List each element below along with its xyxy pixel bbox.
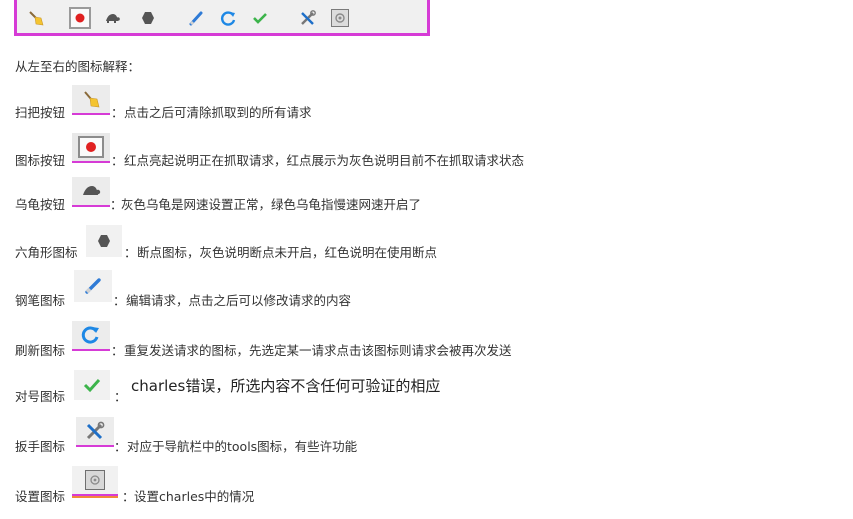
intro-text: 从左至右的图标解释： bbox=[15, 59, 141, 74]
hexagon-icon bbox=[86, 225, 122, 257]
settings-icon bbox=[72, 466, 118, 496]
check-icon bbox=[74, 370, 110, 400]
row-desc-record: 红点亮起说明正在抓取请求，红点展示为灰色说明目前不在抓取请求状态 bbox=[124, 153, 525, 168]
row-desc-refresh: 重复发送请求的图标，先选定某一请求点击该图标则请求会被再次发送 bbox=[124, 343, 512, 358]
row-desc-hexagon: 断点图标，灰色说明断点未开启，红色说明在使用断点 bbox=[137, 245, 438, 260]
settings-icon[interactable] bbox=[331, 9, 349, 27]
record-icon bbox=[72, 133, 110, 163]
refresh-icon bbox=[72, 321, 110, 351]
row-label-broom: 扫把按钮 bbox=[15, 105, 66, 120]
row-desc-turtle: 灰色乌龟是网速设置正常，绿色乌龟指慢速网速开启了 bbox=[121, 197, 422, 212]
pen-icon[interactable] bbox=[187, 9, 205, 27]
hexagon-icon[interactable] bbox=[139, 9, 157, 27]
row-desc-check: charles错误，所选内容不含任何可验证的相应 bbox=[131, 377, 441, 395]
row-desc-pen: 编辑请求，点击之后可以修改请求的内容 bbox=[126, 293, 352, 308]
turtle-icon[interactable] bbox=[103, 9, 121, 27]
row-label-record: 图标按钮 bbox=[15, 153, 66, 168]
check-icon[interactable] bbox=[251, 9, 269, 27]
tools-icon bbox=[76, 417, 114, 447]
row-label-check: 对号图标 bbox=[15, 389, 66, 404]
tools-icon[interactable] bbox=[299, 9, 317, 27]
row-label-tools: 扳手图标 bbox=[15, 439, 66, 454]
broom-icon[interactable] bbox=[27, 9, 45, 27]
row-label-refresh: 刷新图标 bbox=[15, 343, 66, 358]
row-desc-broom: 点击之后可清除抓取到的所有请求 bbox=[124, 105, 312, 120]
broom-icon bbox=[72, 85, 110, 115]
row-desc-tools: 对应于导航栏中的tools图标，有些许功能 bbox=[127, 439, 358, 454]
pen-icon bbox=[74, 270, 112, 302]
refresh-icon[interactable] bbox=[219, 9, 237, 27]
row-label-turtle: 乌龟按钮 bbox=[15, 197, 66, 212]
row-label-settings: 设置图标 bbox=[15, 489, 66, 504]
row-desc-settings: 设置charles中的情况 bbox=[134, 489, 255, 504]
record-icon[interactable] bbox=[69, 7, 91, 29]
row-label-pen: 钢笔图标 bbox=[15, 293, 66, 308]
charles-toolbar-strip bbox=[14, 0, 430, 36]
turtle-icon bbox=[72, 177, 110, 207]
row-label-hexagon: 六角形图标 bbox=[15, 245, 78, 260]
